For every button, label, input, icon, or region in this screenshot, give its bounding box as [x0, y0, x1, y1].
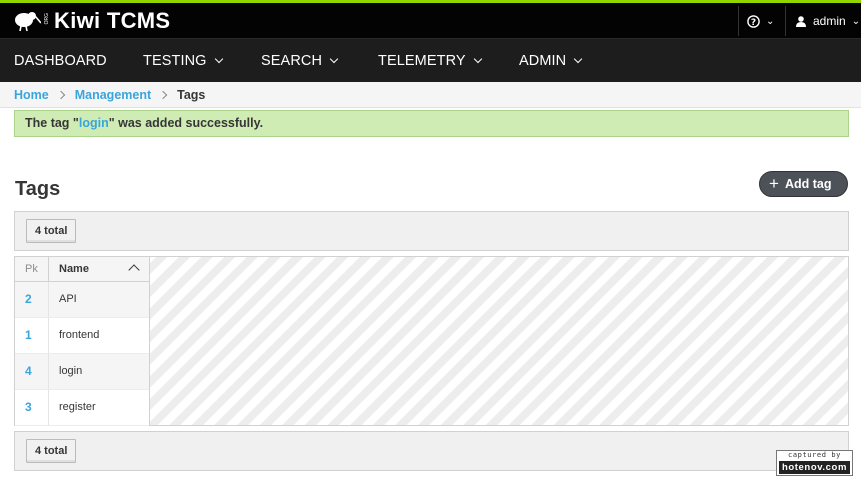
- breadcrumb: Home Management Tags: [0, 82, 861, 108]
- watermark-line2: hotenov.com: [779, 461, 850, 474]
- watermark-line1: captured by: [788, 451, 841, 459]
- chevron-right-icon: [158, 90, 168, 99]
- kiwi-bird-icon: [15, 12, 41, 32]
- main-nav: DASHBOARD TESTING SEARCH TELEMETRY ADMIN: [0, 38, 861, 82]
- total-count-button[interactable]: 4 total: [26, 219, 77, 243]
- user-icon: [796, 15, 806, 27]
- chevron-down-icon: [573, 54, 583, 64]
- tags-table: Pk Name 2 API 1 frontend 4 login 3 regis…: [15, 257, 150, 426]
- breadcrumb-home[interactable]: Home: [14, 88, 49, 102]
- column-header-name[interactable]: Name: [49, 257, 149, 281]
- help-menu[interactable]: ? ⌄: [738, 6, 782, 36]
- add-tag-button[interactable]: + Add tag: [759, 171, 848, 197]
- row-name: register: [59, 401, 96, 413]
- user-menu[interactable]: admin ⌄: [785, 6, 861, 36]
- row-name: API: [59, 293, 77, 305]
- column-header-name-label: Name: [59, 263, 89, 275]
- total-count-button[interactable]: 4 total: [26, 439, 77, 463]
- alert-tag-link[interactable]: login: [79, 116, 109, 130]
- brand-org: ORG: [44, 13, 50, 25]
- alert-suffix: " was added successfully.: [108, 116, 264, 130]
- brand-logo[interactable]: ORG Kiwi TCMS: [13, 9, 170, 33]
- chevron-right-icon: [56, 90, 65, 99]
- username-label: admin: [813, 14, 846, 28]
- nav-telemetry-label: TELEMETRY: [378, 53, 466, 69]
- nav-telemetry[interactable]: TELEMETRY: [378, 39, 482, 83]
- nav-admin-label: ADMIN: [519, 53, 567, 69]
- table-header: Pk Name: [15, 257, 149, 282]
- nav-admin[interactable]: ADMIN: [519, 39, 583, 83]
- table-row: 2 API: [15, 282, 149, 318]
- nav-dashboard[interactable]: DASHBOARD: [14, 39, 107, 83]
- table-row: 1 frontend: [15, 318, 149, 354]
- chevron-down-icon: ⌄: [766, 15, 775, 27]
- nav-search[interactable]: SEARCH: [261, 39, 339, 83]
- chevron-down-icon: [214, 54, 223, 64]
- chevron-down-icon: [329, 54, 339, 64]
- row-pk-link[interactable]: 1: [15, 318, 49, 353]
- breadcrumb-management[interactable]: Management: [75, 88, 151, 102]
- chevron-down-icon: ⌄: [851, 15, 861, 27]
- success-alert: The tag "login" was added successfully.: [14, 110, 849, 137]
- row-pk-link[interactable]: 3: [15, 390, 49, 425]
- chevron-down-icon: [473, 54, 482, 64]
- row-name: login: [59, 365, 83, 377]
- svg-text:?: ?: [751, 17, 756, 27]
- sort-ascending-icon: [128, 264, 140, 276]
- breadcrumb-current: Tags: [177, 87, 206, 102]
- table-row: 3 register: [15, 390, 149, 426]
- row-pk-link[interactable]: 4: [15, 354, 49, 389]
- nav-search-label: SEARCH: [261, 53, 323, 69]
- brand-name: Kiwi TCMS: [54, 8, 171, 33]
- row-name: frontend: [59, 329, 100, 341]
- table-toolbar-top: 4 total: [14, 211, 849, 251]
- row-pk-link[interactable]: 2: [15, 282, 49, 317]
- tags-table-area: Pk Name 2 API 1 frontend 4 login 3 regis…: [14, 256, 849, 426]
- column-header-pk[interactable]: Pk: [15, 257, 49, 281]
- table-row: 4 login: [15, 354, 149, 390]
- nav-testing-label: TESTING: [143, 53, 207, 69]
- plus-icon: +: [769, 174, 779, 193]
- capture-watermark: captured by hotenov.com: [776, 450, 853, 476]
- alert-prefix: The tag ": [25, 116, 79, 130]
- table-toolbar-bottom: 4 total: [14, 431, 849, 471]
- nav-testing[interactable]: TESTING: [143, 39, 223, 83]
- nav-dashboard-label: DASHBOARD: [14, 53, 107, 69]
- top-header: ORG Kiwi TCMS ? ⌄ admin ⌄: [0, 0, 861, 38]
- question-circle-icon: ?: [747, 14, 760, 28]
- page-title: Tags: [15, 178, 61, 200]
- add-tag-label: Add tag: [784, 177, 832, 191]
